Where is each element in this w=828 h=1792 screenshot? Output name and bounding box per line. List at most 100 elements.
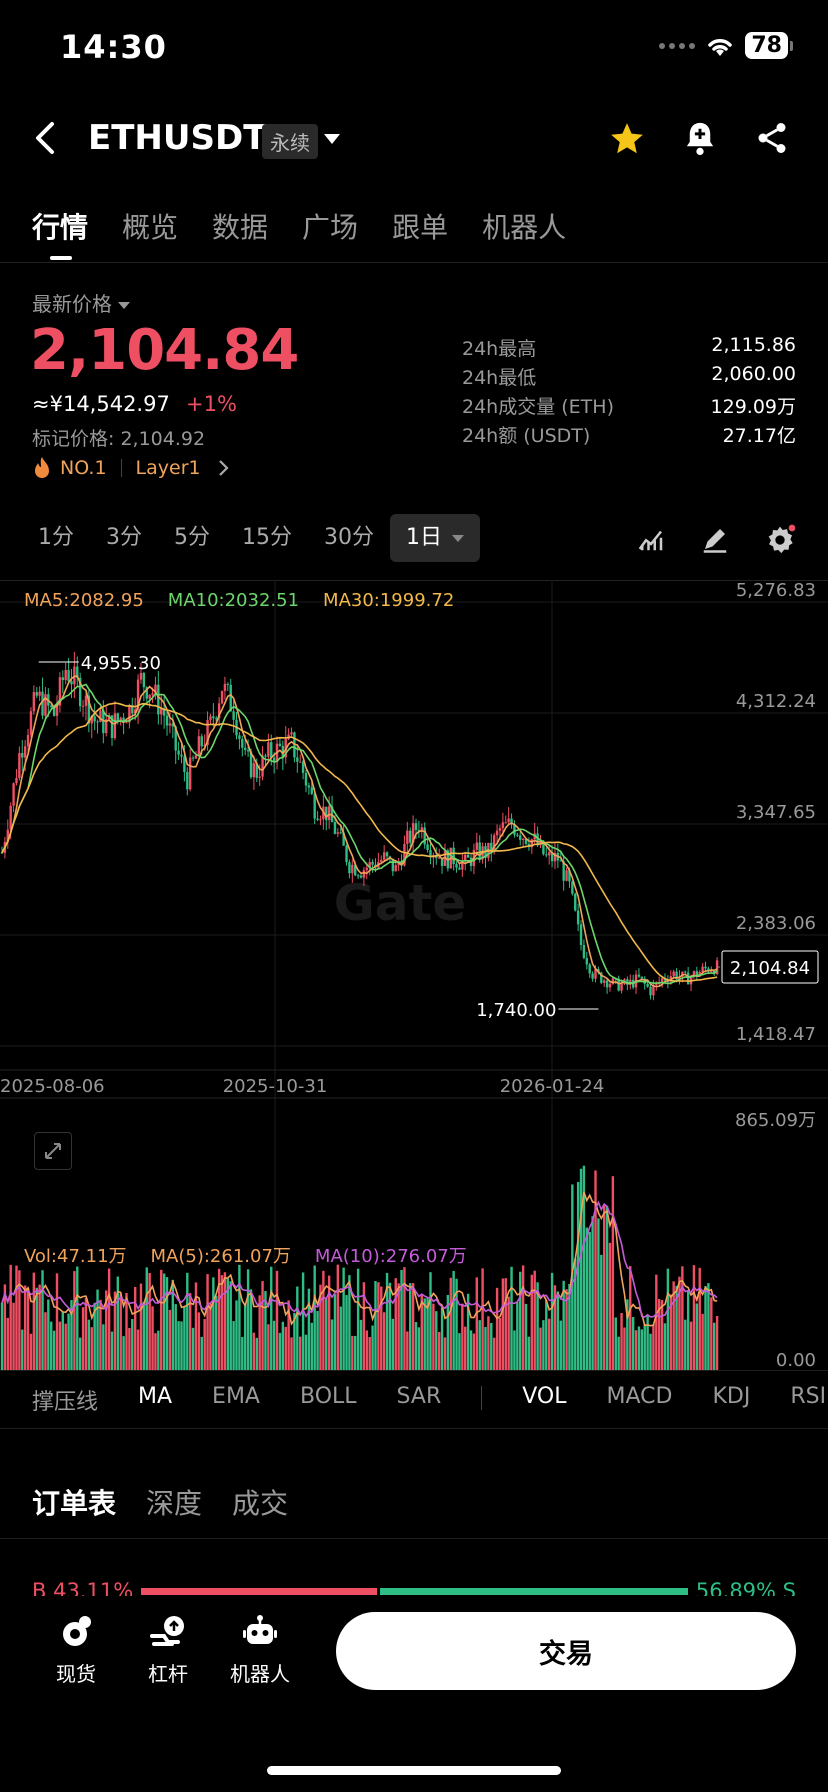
coin-tags[interactable]: NO.1 Layer1 [32,456,229,480]
volume-bar [325,1298,328,1370]
volume-bar [157,1330,160,1370]
candle-body [23,746,27,758]
candle-body [495,830,499,836]
volume-bar [620,1312,623,1370]
tab-trades[interactable]: 成交 [232,1482,288,1522]
volume-bar [666,1268,670,1370]
fullscreen-button[interactable] [34,1132,72,1170]
candle-body [70,681,73,685]
volume-bar [629,1266,632,1370]
candle-body [576,910,580,925]
chart-settings-gear-icon[interactable] [764,524,796,556]
volume-bar [84,1298,88,1370]
indicator-vol[interactable]: VOL [522,1384,566,1416]
tab-copy-trading[interactable]: 跟单 [392,206,448,246]
nav-margin[interactable]: 杠杆 [128,1614,208,1687]
draw-tool-icon[interactable] [700,524,730,554]
tab-data[interactable]: 数据 [212,206,268,246]
back-arrow-icon[interactable] [30,120,60,156]
volume-bar [579,1168,583,1370]
volume-bar [475,1277,479,1370]
volume-bar [516,1302,519,1370]
candle-body [345,845,348,863]
volume-bar [602,1205,606,1370]
x-tick-label: 2025-08-06 [0,1076,105,1097]
star-icon[interactable] [608,120,646,158]
indicator-ma[interactable]: MA [138,1384,172,1416]
tab-depth[interactable]: 深度 [146,1482,202,1522]
price-alert-bell-icon[interactable] [682,120,718,158]
ma-legend: MA5:2082.95 MA10:2032.51 MA30:1999.72 [24,590,454,611]
volume-bar [339,1306,342,1370]
share-icon[interactable] [754,120,790,156]
indicator-sar[interactable]: SAR [397,1384,442,1416]
symbol-title[interactable]: ETHUSDT [88,118,266,158]
candle-body [637,974,641,977]
wifi-icon [708,38,733,56]
indicator-ema[interactable]: EMA [212,1384,260,1416]
min-price-label: 1,740.00 [476,1000,556,1021]
tab-market[interactable]: 行情 [32,206,88,260]
volume-bar [154,1333,157,1370]
candle-body [602,980,606,983]
tab-bots[interactable]: 机器人 [482,206,566,246]
volume-bar [90,1327,93,1370]
interval-15m[interactable]: 15分 [226,514,308,562]
nav-spot[interactable]: 现货 [36,1614,116,1687]
candle-body [686,972,690,985]
volume-bar [660,1300,664,1370]
ma30-legend: MA30:1999.72 [323,590,455,611]
volume-bar [215,1295,218,1370]
volume-bar [64,1323,67,1370]
volume-bar [435,1311,438,1370]
volume-bar [478,1320,481,1370]
volume-bar [116,1276,120,1370]
last-price: 2,104.84 [30,318,299,383]
interval-3m[interactable]: 3分 [90,514,158,562]
trade-button[interactable]: 交易 [336,1612,796,1690]
indicator-rsi[interactable]: RSI [790,1384,826,1416]
indicator-icon[interactable] [636,524,666,554]
indicator-boll[interactable]: BOLL [300,1384,357,1416]
volume-bar [608,1242,612,1370]
volume-bar [78,1337,82,1370]
volume-bar [275,1270,279,1370]
candle-body [519,835,522,840]
volume-bar [550,1272,554,1370]
nav-bots[interactable]: 机器人 [220,1614,300,1687]
volume-bar [452,1270,455,1370]
y-tick-label: 5,276.83 [736,580,816,601]
buy-ratio-fill [141,1587,377,1595]
price-type-selector[interactable]: 最新价格 [32,288,130,317]
interval-selector: 1分 3分 5分 15分 30分 1日 [22,514,480,562]
volume-bar [374,1281,377,1370]
volume-bar [342,1267,345,1370]
indicator-separator [481,1386,483,1410]
interval-30m[interactable]: 30分 [308,514,390,562]
tab-order-book[interactable]: 订单表 [32,1482,116,1522]
interval-1m[interactable]: 1分 [22,514,90,562]
candle-body [588,964,591,974]
indicator-macd[interactable]: MACD [607,1384,673,1416]
margin-icon [150,1616,184,1646]
candle-body [501,822,505,829]
battery-indicator: 78 [745,32,793,59]
stat-row-high: 24h最高 2,115.86 [462,334,796,363]
candle-body [507,818,510,823]
volume-bar [246,1269,250,1370]
tab-overview[interactable]: 概览 [122,206,178,246]
symbol-dropdown-icon[interactable] [324,134,340,144]
indicator-kdj[interactable]: KDJ [712,1384,750,1416]
volume-bar [510,1266,513,1370]
candle-body [102,710,105,734]
interval-5m[interactable]: 5分 [158,514,226,562]
volume-bar [41,1270,44,1370]
stat-row-turnover: 24h额 (USDT) 27.17亿 [462,421,796,450]
indicator-support-resistance[interactable]: 撑压线 [32,1384,98,1416]
candle-body [327,806,331,821]
current-price-label: 2,104.84 [730,958,810,979]
volume-bar [206,1274,209,1370]
tab-square[interactable]: 广场 [302,206,358,246]
candle-body [113,713,117,739]
interval-1d-selected[interactable]: 1日 [390,514,480,562]
